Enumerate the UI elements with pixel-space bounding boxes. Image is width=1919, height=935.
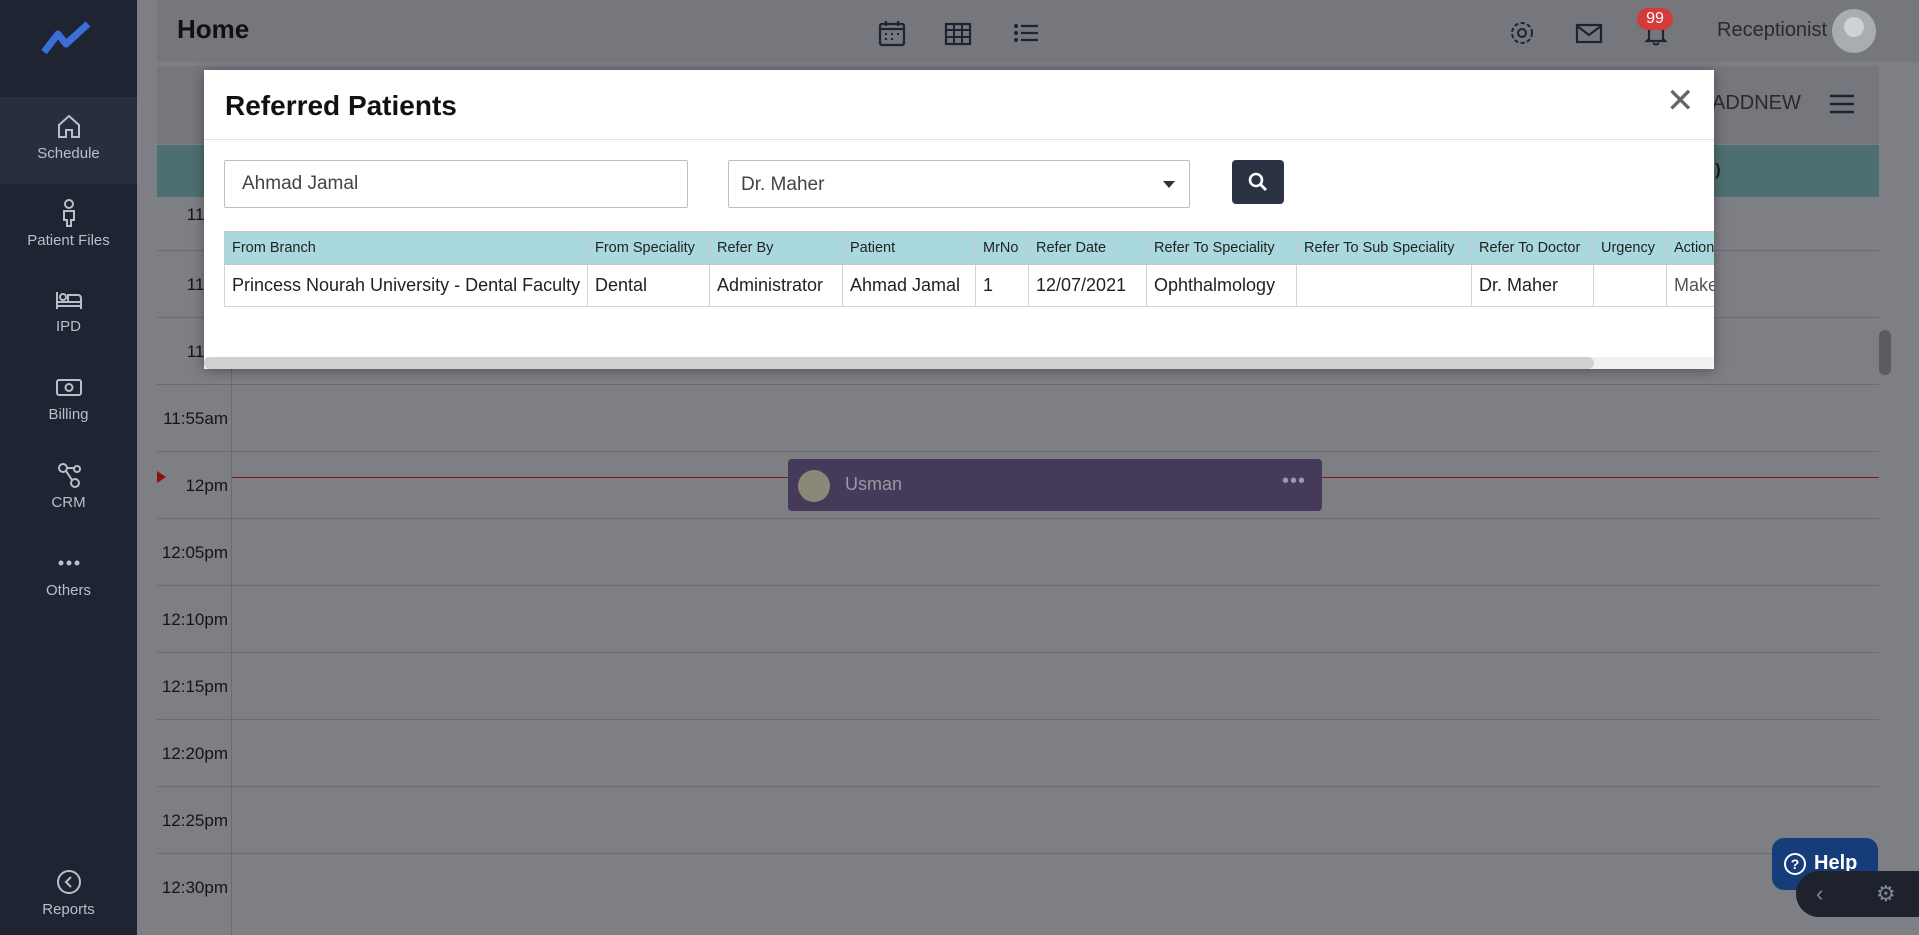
- vertical-scrollbar[interactable]: [1879, 330, 1891, 375]
- avatar[interactable]: [1832, 9, 1876, 53]
- page-title: Home: [177, 14, 250, 44]
- hamburger-menu-icon[interactable]: [1828, 92, 1856, 116]
- table-cell: Princess Nourah University - Dental Facu…: [224, 264, 588, 307]
- column-header[interactable]: Actions: [1666, 231, 1714, 265]
- column-header[interactable]: Refer To Sub Speciality: [1296, 231, 1472, 265]
- sidebar-item-crm[interactable]: CRM: [0, 460, 137, 530]
- sidebar-item-billing[interactable]: Billing: [0, 372, 137, 442]
- money-icon: [54, 372, 84, 402]
- add-new-button[interactable]: ADDNEW: [1712, 92, 1801, 115]
- sidebar-item-label: Patient Files: [27, 232, 110, 249]
- sidebar-item-others[interactable]: Others: [0, 548, 137, 618]
- home-icon: [54, 111, 84, 141]
- modal-title: Referred Patients: [225, 90, 457, 121]
- logo-icon: [41, 21, 91, 55]
- list-icon[interactable]: [1011, 18, 1041, 48]
- time-row[interactable]: 12:20pm: [157, 719, 1879, 786]
- column-header[interactable]: From Speciality: [587, 231, 710, 265]
- column-header[interactable]: Refer Date: [1028, 231, 1147, 265]
- sidebar-item-ipd[interactable]: IPD: [0, 284, 137, 354]
- person-icon: [54, 198, 84, 228]
- column-header[interactable]: From Branch: [224, 231, 588, 265]
- table-cell: 1: [975, 264, 1029, 307]
- doctor-select-value: Dr. Maher: [741, 174, 825, 195]
- appointment-patient-name: Usman: [845, 474, 903, 494]
- column-header[interactable]: Urgency: [1593, 231, 1667, 265]
- sidebar-item-label: IPD: [55, 318, 81, 335]
- table-row[interactable]: Princess Nourah University - Dental Facu…: [224, 264, 1714, 307]
- reports-icon: [54, 867, 84, 897]
- patient-avatar-icon: [798, 470, 830, 502]
- table-cell: 12/07/2021: [1028, 264, 1147, 307]
- bed-icon: [54, 284, 84, 314]
- referred-patients-modal: Referred Patients ✕ Dr. Maher From Branc…: [204, 70, 1714, 369]
- column-header[interactable]: Refer To Speciality: [1146, 231, 1297, 265]
- search-button[interactable]: [1232, 160, 1284, 204]
- notification-badge: 99: [1637, 8, 1673, 30]
- calendar-icon[interactable]: [877, 18, 907, 48]
- table-header-row: From Branch From Speciality Refer By Pat…: [224, 231, 1714, 265]
- column-header[interactable]: Patient: [842, 231, 976, 265]
- time-row[interactable]: 12:30pm: [157, 853, 1879, 920]
- sidebar-item-label: Billing: [48, 406, 89, 423]
- column-header[interactable]: Refer To Doctor: [1471, 231, 1594, 265]
- chevron-down-icon: [1163, 181, 1175, 188]
- column-header[interactable]: Refer By: [709, 231, 843, 265]
- modal-header: Referred Patients ✕: [204, 70, 1714, 140]
- sidebar-item-label: CRM: [51, 494, 86, 511]
- patient-search-input[interactable]: [224, 160, 688, 208]
- table-cell: [1296, 264, 1472, 307]
- time-row[interactable]: 11:55am: [157, 384, 1879, 451]
- doctor-select[interactable]: Dr. Maher: [728, 160, 1190, 208]
- sidebar-item-schedule[interactable]: Schedule: [0, 97, 137, 184]
- more-icon: [54, 548, 84, 578]
- table-cell: Dental: [587, 264, 710, 307]
- settings-gear-icon[interactable]: ⚙: [1876, 881, 1896, 907]
- time-row[interactable]: 12:10pm: [157, 585, 1879, 652]
- sidebar-item-label: Reports: [42, 901, 95, 918]
- sidebar-item-label: Others: [45, 582, 91, 599]
- user-role: Receptionist: [1717, 19, 1828, 41]
- chevron-left-icon[interactable]: ‹: [1816, 881, 1823, 907]
- sidebar: Schedule Patient Files IPD Billing CRM O…: [0, 0, 137, 935]
- table-icon[interactable]: [943, 18, 973, 48]
- appointment-more-icon[interactable]: •••: [1282, 470, 1306, 493]
- network-icon: [54, 460, 84, 490]
- question-icon: ?: [1784, 853, 1806, 875]
- table-cell: Ahmad Jamal: [842, 264, 976, 307]
- table-cell: Ophthalmology: [1146, 264, 1297, 307]
- table-cell: [1593, 264, 1667, 307]
- time-row[interactable]: 12:15pm: [157, 652, 1879, 719]
- table-cell: Administrator: [709, 264, 843, 307]
- sidebar-item-patient-files[interactable]: Patient Files: [0, 198, 137, 268]
- sidebar-item-label: Schedule: [37, 145, 100, 162]
- close-icon[interactable]: ✕: [1666, 84, 1695, 118]
- sidebar-item-reports[interactable]: Reports: [0, 867, 137, 931]
- referrals-table: From Branch From Speciality Refer By Pat…: [224, 231, 1714, 307]
- horizontal-scrollbar-thumb[interactable]: [204, 357, 1594, 369]
- bottom-toolbar: ‹ ⚙: [1796, 871, 1919, 917]
- mail-icon[interactable]: [1574, 18, 1604, 48]
- time-row[interactable]: 12:05pm: [157, 518, 1879, 585]
- current-time-marker: [157, 471, 166, 483]
- column-header[interactable]: MrNo: [975, 231, 1029, 265]
- time-row[interactable]: 12:25pm: [157, 786, 1879, 853]
- referrals-table-wrapper: From Branch From Speciality Refer By Pat…: [224, 231, 1714, 327]
- make-action-link[interactable]: Make: [1666, 264, 1714, 307]
- table-cell: Dr. Maher: [1471, 264, 1594, 307]
- gear-icon[interactable]: [1507, 18, 1537, 48]
- search-icon: [1248, 172, 1267, 191]
